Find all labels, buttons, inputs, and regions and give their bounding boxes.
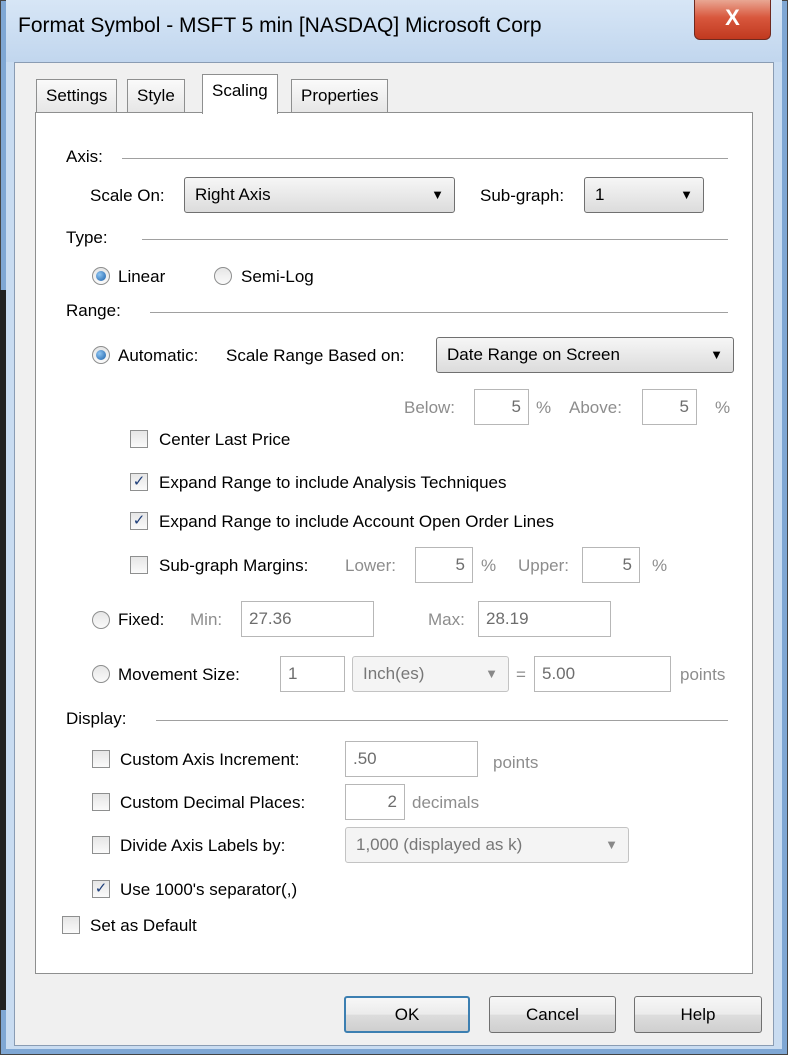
divide-labels-checkbox[interactable] — [92, 836, 110, 854]
expand-analysis-label: Expand Range to include Analysis Techniq… — [159, 473, 507, 492]
check-icon: ✓ — [94, 880, 108, 897]
subgraph-select[interactable]: 1 ▼ — [584, 177, 704, 213]
upper-percent: % — [652, 556, 668, 575]
chevron-down-icon: ▼ — [485, 666, 498, 681]
semilog-label: Semi-Log — [241, 267, 314, 286]
range-section-header: Range: — [66, 301, 121, 320]
below-input[interactable]: 5 — [474, 389, 529, 425]
set-default-label: Set as Default — [90, 916, 197, 935]
above-input[interactable]: 5 — [642, 389, 697, 425]
movement-points-input[interactable]: 5.00 — [534, 656, 671, 692]
increment-points-label: points — [493, 753, 539, 772]
chevron-down-icon: ▼ — [710, 347, 723, 362]
center-last-price-label: Center Last Price — [159, 430, 291, 449]
lower-percent: % — [481, 556, 497, 575]
movement-size-label: Movement Size: — [118, 665, 240, 684]
check-icon: ✓ — [132, 473, 146, 490]
ok-button[interactable]: OK — [344, 996, 470, 1033]
scale-on-select[interactable]: Right Axis ▼ — [184, 177, 455, 213]
center-last-price-checkbox[interactable] — [130, 430, 148, 448]
lower-input[interactable]: 5 — [415, 547, 473, 583]
tab-settings[interactable]: Settings — [36, 79, 118, 112]
above-percent: % — [715, 398, 731, 417]
custom-increment-label: Custom Axis Increment: — [120, 750, 300, 769]
movement-size-radio[interactable] — [92, 665, 110, 683]
min-label: Min: — [190, 610, 223, 629]
tab-properties[interactable]: Properties — [291, 79, 389, 112]
fixed-radio[interactable] — [92, 611, 110, 629]
scale-range-value: Date Range on Screen — [447, 345, 620, 364]
linear-radio[interactable] — [92, 267, 110, 285]
thousands-separator-label: Use 1000's separator(,) — [120, 880, 298, 899]
automatic-radio[interactable] — [92, 346, 110, 364]
lower-label: Lower: — [345, 556, 397, 575]
display-section-header: Display: — [66, 709, 127, 728]
equals-sign: = — [516, 665, 526, 684]
help-button[interactable]: Help — [634, 996, 762, 1033]
scale-on-value: Right Axis — [195, 185, 271, 204]
below-percent: % — [536, 398, 552, 417]
type-divider — [142, 239, 728, 240]
above-label: Above: — [569, 398, 622, 417]
window-title: Format Symbol - MSFT 5 min [NASDAQ] Micr… — [18, 14, 542, 37]
custom-increment-input[interactable]: .50 — [345, 741, 478, 777]
scale-range-select[interactable]: Date Range on Screen ▼ — [436, 337, 734, 373]
expand-orders-label: Expand Range to include Account Open Ord… — [159, 512, 555, 531]
upper-label: Upper: — [518, 556, 570, 575]
set-default-checkbox[interactable] — [62, 916, 80, 934]
automatic-label: Automatic: — [118, 346, 199, 365]
close-icon: X — [725, 5, 740, 30]
below-label: Below: — [404, 398, 456, 417]
movement-points-label: points — [680, 665, 726, 684]
fixed-label: Fixed: — [118, 610, 165, 629]
subgraph-label: Sub-graph: — [480, 186, 565, 205]
movement-unit-select[interactable]: Inch(es) ▼ — [352, 656, 509, 692]
movement-unit-value: Inch(es) — [363, 664, 425, 683]
radio-selected-dot — [96, 271, 106, 281]
axis-divider — [122, 158, 728, 159]
custom-decimal-label: Custom Decimal Places: — [120, 793, 306, 812]
linear-label: Linear — [118, 267, 166, 286]
scale-range-label: Scale Range Based on: — [226, 346, 405, 365]
expand-orders-checkbox[interactable]: ✓ — [130, 512, 148, 530]
decimal-places-input[interactable]: 2 — [345, 784, 405, 820]
divide-labels-value: 1,000 (displayed as k) — [356, 835, 523, 854]
divide-labels-select[interactable]: 1,000 (displayed as k) ▼ — [345, 827, 629, 863]
subgraph-value: 1 — [595, 185, 605, 204]
type-section-header: Type: — [66, 228, 108, 247]
divide-labels-label: Divide Axis Labels by: — [120, 836, 286, 855]
axis-section-header: Axis: — [66, 147, 103, 166]
min-input[interactable]: 27.36 — [241, 601, 374, 637]
upper-input[interactable]: 5 — [582, 547, 640, 583]
tab-scaling[interactable]: Scaling — [202, 74, 278, 114]
movement-size-input[interactable]: 1 — [280, 656, 345, 692]
decimals-label: decimals — [412, 793, 480, 812]
cancel-button[interactable]: Cancel — [489, 996, 616, 1033]
semilog-radio[interactable] — [214, 267, 232, 285]
subgraph-margins-checkbox[interactable] — [130, 556, 148, 574]
chevron-down-icon: ▼ — [680, 187, 693, 202]
radio-selected-dot — [96, 350, 106, 360]
max-input[interactable]: 28.19 — [478, 601, 611, 637]
tab-style[interactable]: Style — [127, 79, 185, 112]
custom-decimal-checkbox[interactable] — [92, 793, 110, 811]
close-button[interactable]: X — [694, 0, 771, 40]
expand-analysis-checkbox[interactable]: ✓ — [130, 473, 148, 491]
max-label: Max: — [428, 610, 465, 629]
subgraph-margins-label: Sub-graph Margins: — [159, 556, 309, 575]
scale-on-label: Scale On: — [90, 186, 165, 205]
window-left-edge — [0, 290, 6, 1010]
thousands-separator-checkbox[interactable]: ✓ — [92, 880, 110, 898]
chevron-down-icon: ▼ — [431, 187, 444, 202]
chevron-down-icon: ▼ — [605, 837, 618, 852]
custom-increment-checkbox[interactable] — [92, 750, 110, 768]
check-icon: ✓ — [132, 512, 146, 529]
range-divider — [150, 312, 728, 313]
display-divider — [156, 720, 728, 721]
